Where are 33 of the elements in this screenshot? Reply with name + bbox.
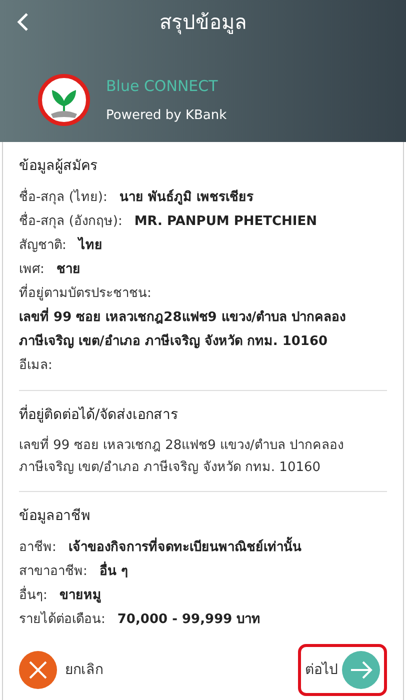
logo-icon <box>38 74 90 126</box>
field-label: อื่นๆ: <box>19 584 48 608</box>
field-label: ชื่อ-สกุล (อังกฤษ): <box>19 210 122 234</box>
field-value: MR. PANPUM PHETCHIEN <box>134 213 318 231</box>
field-label: สาขาอาชีพ: <box>19 562 88 581</box>
back-icon <box>16 12 30 32</box>
field-label: เพศ: <box>19 261 44 279</box>
arrow-right-icon <box>342 651 380 689</box>
field-label: รายได้ต่อเดือน: <box>19 610 106 629</box>
field-label: ที่อยู่ตามบัตรประชาชน: <box>19 282 387 306</box>
field-label: สัญชาติ: <box>19 237 66 255</box>
section-title: ที่อยู่ติดต่อได้/จัดส่งเอกสาร <box>19 403 387 427</box>
field-value: ไทย <box>78 236 102 255</box>
section-title: ข้อมูลผู้สมัคร <box>19 157 99 176</box>
page-title: สรุปข้อมูล <box>160 9 246 36</box>
field-value: ขายหมู <box>59 587 102 605</box>
field-label: ชื่อ-สกุล (ไทย): <box>19 186 108 210</box>
field-value: เลขที่ 99 ซอย เหลวเชกฎ28แฟช9 แขวง/ตำบล ปากคลอง ภาษีเจริญ เขต/อำเภอ ภาษีเจริญ จังหวัด กทม. 10160 <box>19 306 387 354</box>
field-value: นาย พันธ์ภูมิ เพชรเชียร <box>119 188 254 207</box>
section-title: ข้อมูลอาชีพ <box>19 507 91 526</box>
field-label: อาชีพ: <box>19 538 56 557</box>
next-button[interactable]: ต่อไป <box>298 644 387 696</box>
field-value: อื่น ๆ <box>99 560 128 584</box>
address-text: เลขที่ 99 ซอย เหลวเชกฎ 28แฟช9 แขวง/ตำบล ปากคลอง ภาษีเจริญ เขต/อำเภอ ภาษีเจริญ จังหวัด กทม. 10160 <box>19 435 387 479</box>
field-label: อีเมล: <box>19 356 52 375</box>
field-value: 70,000 - 99,999 บาท <box>117 611 261 629</box>
close-icon <box>19 651 57 689</box>
field-value: ชาย <box>56 261 80 279</box>
cancel-button[interactable]: ยกเลิก <box>19 651 103 689</box>
brand-tagline: Powered by KBank <box>106 106 227 124</box>
brand-name: Blue CONNECT <box>106 76 219 97</box>
field-value: เจ้าของกิจการที่จดทะเบียนพาณิชย์เท่านั้น <box>68 536 302 560</box>
back-button[interactable] <box>16 12 30 32</box>
